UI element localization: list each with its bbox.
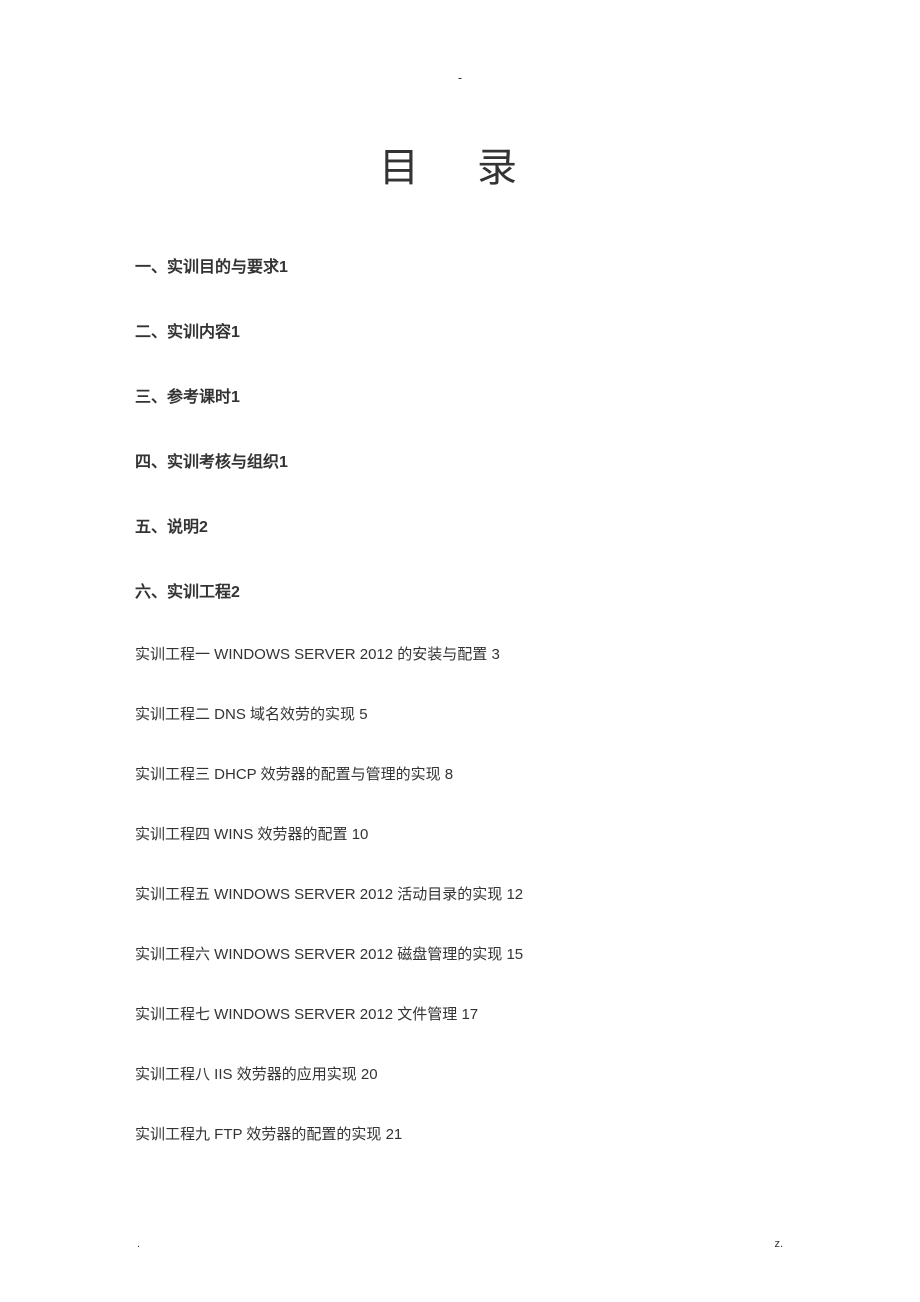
toc-sub-page: 5 [359,706,367,723]
toc-sub-page: 15 [506,946,523,963]
footer-right: z. [774,1238,783,1250]
toc-sub-item: 实训工程三 DHCP 效劳器的配置与管理的实现 8 [135,763,785,784]
toc-sub-prefix: 实训工程九 [135,1126,210,1143]
toc-sub-item: 实训工程四 WINS 效劳器的配置 10 [135,823,785,844]
footer-left: . [137,1238,140,1250]
document-page: - 目 录 一、实训目的与要求1 二、实训内容1 三、参考课时1 四、实训考核与… [0,0,920,1223]
toc-sub-page: 21 [386,1126,403,1143]
toc-main-text: 二、实训内容 [135,324,231,341]
toc-sub-page: 20 [361,1066,378,1083]
toc-main-item: 二、实训内容1 [135,318,785,342]
toc-sub-title: DNS 域名效劳的实现 [210,706,355,723]
toc-sub-title: WINDOWS SERVER 2012 文件管理 [210,1006,457,1023]
toc-main-item: 五、说明2 [135,513,785,537]
toc-main-item: 四、实训考核与组织1 [135,448,785,472]
toc-sub-page: 3 [491,646,499,663]
toc-sub-title: FTP 效劳器的配置的实现 [210,1126,381,1143]
toc-sub-prefix: 实训工程六 [135,946,210,963]
toc-sub-title: DHCP 效劳器的配置与管理的实现 [210,766,441,783]
toc-main-text: 六、实训工程 [135,584,231,601]
toc-main-text: 五、说明 [135,519,199,536]
toc-main-text: 一、实训目的与要求 [135,259,279,276]
toc-main-page: 1 [279,259,288,276]
toc-main-page: 1 [231,324,240,341]
toc-sub-prefix: 实训工程一 [135,646,210,663]
toc-sub-item: 实训工程七 WINDOWS SERVER 2012 文件管理 17 [135,1003,785,1024]
toc-sub-item: 实训工程一 WINDOWS SERVER 2012 的安装与配置 3 [135,643,785,664]
toc-sub-title: IIS 效劳器的应用实现 [210,1066,357,1083]
page-footer: . z. [0,1238,920,1250]
toc-sub-prefix: 实训工程三 [135,766,210,783]
toc-main-page: 1 [231,389,240,406]
toc-main-page: 1 [279,454,288,471]
toc-sub-prefix: 实训工程二 [135,706,210,723]
toc-sub-prefix: 实训工程八 [135,1066,210,1083]
toc-sub-page: 12 [506,886,523,903]
toc-sub-prefix: 实训工程四 [135,826,210,843]
toc-sub-prefix: 实训工程五 [135,886,210,903]
toc-sub-prefix: 实训工程七 [135,1006,210,1023]
toc-sub-page: 10 [352,826,369,843]
toc-sub-item: 实训工程五 WINDOWS SERVER 2012 活动目录的实现 12 [135,883,785,904]
toc-sub-page: 8 [445,766,453,783]
header-mark: - [135,70,785,85]
toc-main-item: 六、实训工程2 [135,578,785,602]
toc-sub-page: 17 [461,1006,478,1023]
toc-sub-title: WINDOWS SERVER 2012 磁盘管理的实现 [210,946,502,963]
toc-main-page: 2 [231,584,240,601]
toc-sub-item: 实训工程八 IIS 效劳器的应用实现 20 [135,1063,785,1084]
toc-sub-item: 实训工程六 WINDOWS SERVER 2012 磁盘管理的实现 15 [135,943,785,964]
toc-main-item: 一、实训目的与要求1 [135,253,785,277]
toc-sub-title: WINDOWS SERVER 2012 的安装与配置 [210,646,487,663]
toc-sub-item: 实训工程二 DNS 域名效劳的实现 5 [135,703,785,724]
toc-main-text: 三、参考课时 [135,389,231,406]
toc-sub-title: WINS 效劳器的配置 [210,826,348,843]
toc-main-item: 三、参考课时1 [135,383,785,407]
toc-main-text: 四、实训考核与组织 [135,454,279,471]
toc-main-page: 2 [199,519,208,536]
toc-sub-title: WINDOWS SERVER 2012 活动目录的实现 [210,886,502,903]
toc-sub-item: 实训工程九 FTP 效劳器的配置的实现 21 [135,1123,785,1144]
toc-title: 目 录 [135,135,785,193]
